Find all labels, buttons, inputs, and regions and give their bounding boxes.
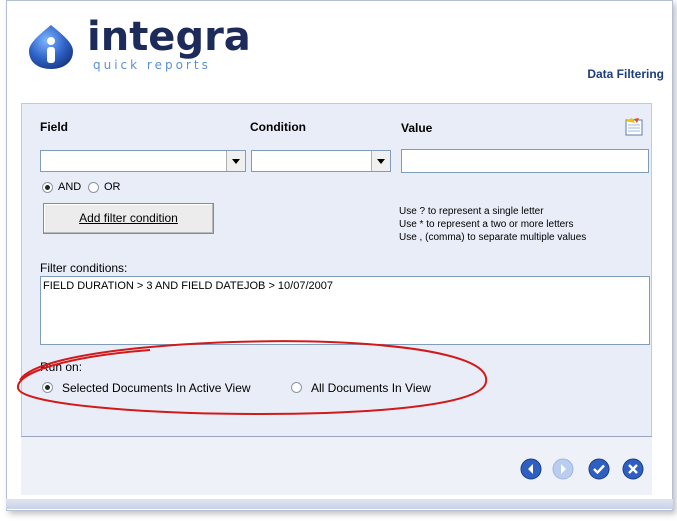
dialog-header: integra quick reports Data Filtering — [7, 1, 672, 97]
notepad-icon[interactable] — [623, 117, 645, 137]
integra-logo-icon — [29, 25, 73, 69]
logo-name: integra — [87, 14, 251, 60]
and-label: AND — [58, 181, 82, 193]
hint-line: Use * to represent a two or more letters — [399, 219, 574, 230]
close-icon[interactable] — [622, 458, 644, 480]
hint-line: Use , (comma) to separate multiple value… — [399, 232, 587, 243]
field-select[interactable] — [40, 150, 246, 172]
add-filter-condition-button[interactable]: Add filter condition — [43, 203, 214, 234]
all-documents-label: All Documents In View — [311, 381, 431, 395]
or-radio[interactable] — [88, 182, 99, 193]
and-radio[interactable] — [42, 182, 53, 193]
chevron-down-icon[interactable] — [371, 151, 390, 171]
field-label: Field — [40, 120, 69, 134]
window-bottom-bar — [6, 499, 673, 509]
value-label: Value — [401, 121, 433, 135]
page-title: Data Filtering — [587, 67, 664, 81]
filter-conditions-textarea[interactable]: FIELD DURATION > 3 AND FIELD DATEJOB > 1… — [40, 276, 650, 345]
logo-tagline: quick reports — [93, 58, 211, 72]
checkmark-icon[interactable] — [588, 458, 610, 480]
run-on-label: Run on: — [40, 360, 83, 374]
arrow-left-icon[interactable] — [520, 458, 542, 480]
condition-select[interactable] — [251, 150, 391, 172]
selected-documents-label: Selected Documents In Active View — [62, 381, 251, 395]
selected-documents-radio[interactable] — [42, 382, 53, 393]
or-label: OR — [104, 181, 121, 193]
value-input[interactable] — [401, 149, 649, 173]
chevron-down-icon[interactable] — [226, 151, 245, 171]
all-documents-radio[interactable] — [291, 382, 302, 393]
hint-line: Use ? to represent a single letter — [399, 206, 544, 217]
arrow-right-icon[interactable] — [552, 458, 574, 480]
condition-label: Condition — [250, 120, 306, 134]
filter-conditions-label: Filter conditions: — [40, 261, 128, 275]
